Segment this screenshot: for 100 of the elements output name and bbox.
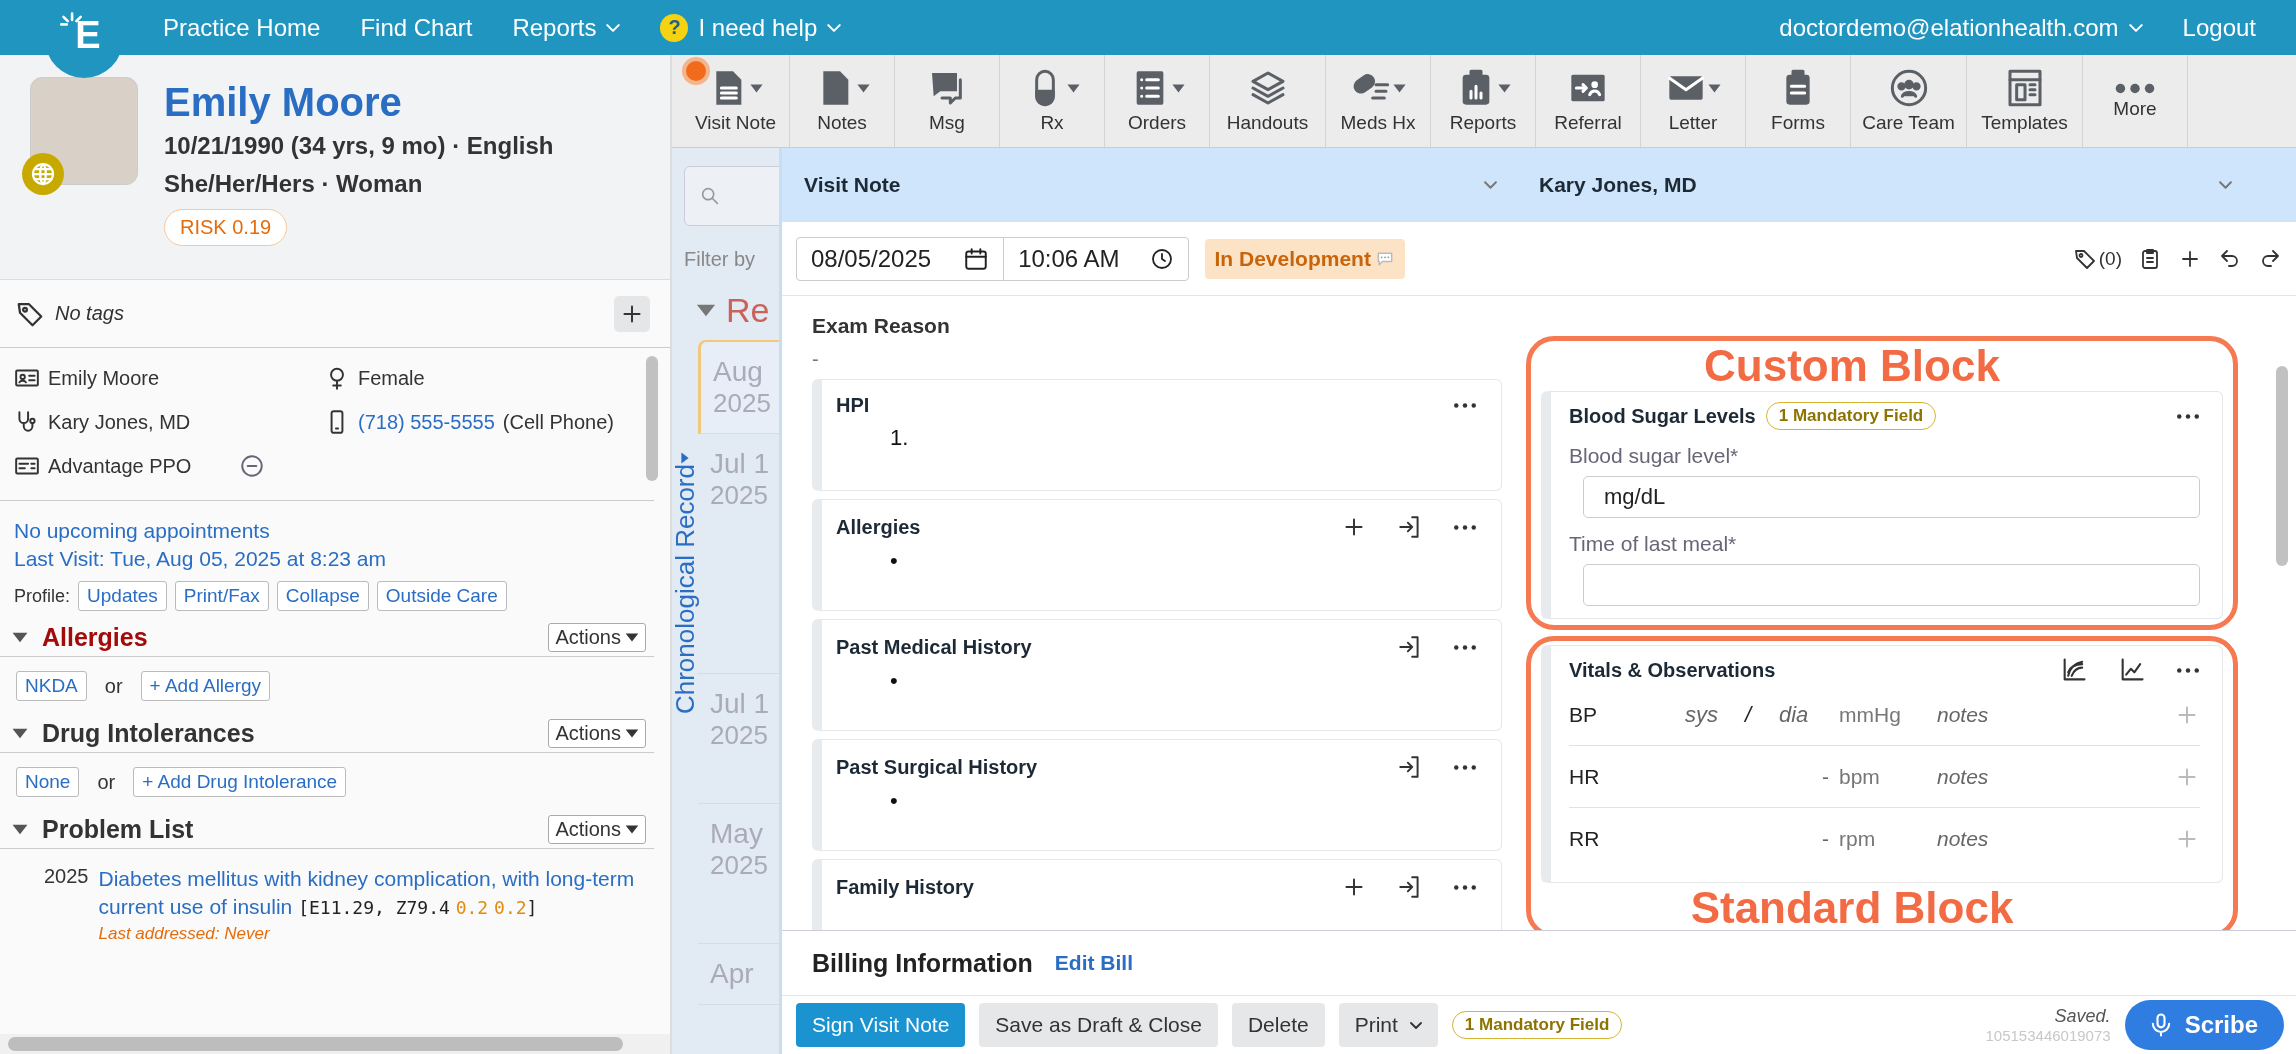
card-title: Family History xyxy=(836,875,974,899)
note-type-dropdown[interactable]: Visit Note xyxy=(782,173,1517,197)
save-status: Saved. xyxy=(2054,1006,2111,1027)
footer-button[interactable]: Save as Draft & Close xyxy=(979,1003,1218,1047)
footer-button[interactable]: Print xyxy=(1338,1003,1438,1047)
more-icon xyxy=(1453,403,1477,408)
help-icon: ? xyxy=(660,13,689,42)
notes-input[interactable]: notes xyxy=(1929,827,2049,851)
appointments-link[interactable]: No upcoming appointments xyxy=(14,519,658,543)
problem-year: 2025 xyxy=(44,865,89,889)
profile-label: Profile: xyxy=(14,585,71,607)
remove-button[interactable] xyxy=(239,453,266,479)
collapse-toggle-icon[interactable] xyxy=(12,728,28,739)
phone-type: (Cell Phone) xyxy=(502,410,614,434)
profile-button[interactable]: Collapse xyxy=(276,581,369,611)
vital-value: - xyxy=(1822,827,1829,851)
patient-demographics: 10/21/1990 (34 yrs, 9 mo) · English xyxy=(164,131,554,161)
profile-button[interactable]: Print/Fax xyxy=(174,581,269,611)
add-tag-button[interactable] xyxy=(614,295,650,332)
notes-input[interactable]: notes xyxy=(1929,702,2049,727)
last-visit-link[interactable]: Last Visit: Tue, Aug 05, 2025 at 8:23 am xyxy=(14,547,658,571)
unit-label: rpm xyxy=(1838,827,1877,851)
scrollbar[interactable] xyxy=(2276,366,2288,566)
chronological-record-tab[interactable]: Chronological Record xyxy=(672,464,701,715)
sys-input[interactable]: sys xyxy=(1684,701,1735,728)
tags-text: No tags xyxy=(55,302,124,325)
list-marker: • xyxy=(889,667,899,694)
scribe-button[interactable]: Scribe xyxy=(2124,1000,2284,1050)
globe-badge-icon xyxy=(22,153,64,195)
time-field[interactable]: 10:06 AM xyxy=(1003,236,1189,281)
actions-button[interactable]: Actions xyxy=(548,815,646,844)
card-title: Past Surgical History xyxy=(836,755,1038,779)
more-button[interactable] xyxy=(2176,667,2200,673)
collapse-toggle-icon[interactable] xyxy=(12,632,28,643)
help-menu[interactable]: ? I need help xyxy=(660,13,842,42)
input-field[interactable] xyxy=(1583,564,2200,606)
scrollbar[interactable] xyxy=(8,1037,623,1051)
vital-value: - xyxy=(1822,764,1829,789)
card-title: Past Medical History xyxy=(836,635,1032,659)
patient-identity: She/Her/Hers · Woman xyxy=(164,169,423,199)
expand-arrow-icon xyxy=(681,452,689,464)
more-button[interactable] xyxy=(1453,524,1477,530)
input-field[interactable]: mg/dL xyxy=(1583,476,2200,518)
phone-link[interactable]: (718) 555-5555 xyxy=(358,410,495,434)
annotation-label: Custom Block xyxy=(1703,341,2001,391)
search-icon xyxy=(699,185,721,207)
last-addressed-text: Last addressed: Never xyxy=(98,924,271,944)
problem-entry[interactable]: Diabetes mellitus with kidney complication, with long-term current use of insulin [E11.29, Z79.4 0.2 0.2] xyxy=(98,865,654,922)
more-icon xyxy=(1453,884,1477,890)
actions-button[interactable]: Actions xyxy=(548,719,646,748)
card-title: Allergies xyxy=(836,515,921,539)
option-button[interactable]: NKDA xyxy=(16,671,87,701)
list-marker: • xyxy=(889,787,899,814)
detail-text: Female xyxy=(358,366,425,390)
provider-dropdown[interactable]: Kary Jones, MD xyxy=(1517,173,2252,197)
field-label: Time of last meal* xyxy=(1569,532,1738,556)
edit-bill-link[interactable]: Edit Bill xyxy=(1054,951,1133,975)
section-title: Drug Intolerances xyxy=(42,719,255,748)
toolbar-button[interactable]: Visit Note xyxy=(682,55,790,147)
more-button[interactable] xyxy=(1453,884,1477,890)
collapse-toggle-icon[interactable] xyxy=(12,824,28,835)
option-button[interactable]: None xyxy=(16,767,80,797)
notes-input[interactable]: notes xyxy=(1929,764,2049,789)
patient-name: Emily Moore xyxy=(164,79,402,126)
more-icon xyxy=(1453,524,1477,530)
section-title: Problem List xyxy=(42,815,194,844)
date-field[interactable]: 08/05/2025 xyxy=(796,236,1005,281)
more-button[interactable] xyxy=(1453,403,1477,408)
separator-text: or xyxy=(97,770,116,794)
scrollbar[interactable] xyxy=(646,356,658,481)
chevron-down-icon xyxy=(1484,181,1497,189)
dots-icon xyxy=(2115,82,2155,94)
tags-button[interactable]: (0) xyxy=(2072,246,2122,271)
list-marker: 1. xyxy=(889,424,910,451)
logo-text: E xyxy=(75,13,101,57)
option-button[interactable]: + Add Allergy xyxy=(140,671,271,701)
chevron-down-icon xyxy=(1409,1021,1422,1029)
profile-button[interactable]: Updates xyxy=(78,581,167,611)
search-field[interactable] xyxy=(684,166,779,226)
card-title: Vitals & Observations xyxy=(1569,658,1776,682)
vital-label: RR xyxy=(1569,827,1601,851)
caret-icon xyxy=(625,825,639,834)
detail-text: Emily Moore xyxy=(48,366,160,390)
section-title: Allergies xyxy=(42,623,148,652)
profile-button[interactable]: Outside Care xyxy=(376,581,507,611)
section-title: Billing Information xyxy=(812,948,1033,978)
mandatory-badge: 1 Mandatory Field xyxy=(1451,1011,1623,1039)
dia-input[interactable]: dia xyxy=(1779,701,1829,728)
detail-text: Advantage PPO xyxy=(48,454,192,478)
actions-button[interactable]: Actions xyxy=(548,623,646,652)
more-icon xyxy=(1453,764,1477,770)
section-title: Exam Reason xyxy=(812,314,951,338)
field-label: Blood sugar level* xyxy=(1569,444,1740,468)
more-button[interactable] xyxy=(2176,413,2200,419)
more-button[interactable] xyxy=(1453,644,1477,650)
more-button[interactable] xyxy=(1453,764,1477,770)
option-button[interactable]: + Add Drug Intolerance xyxy=(133,767,347,797)
footer-button[interactable]: Delete xyxy=(1231,1003,1325,1047)
more-icon xyxy=(2176,413,2200,419)
group-icon xyxy=(1888,68,1929,108)
